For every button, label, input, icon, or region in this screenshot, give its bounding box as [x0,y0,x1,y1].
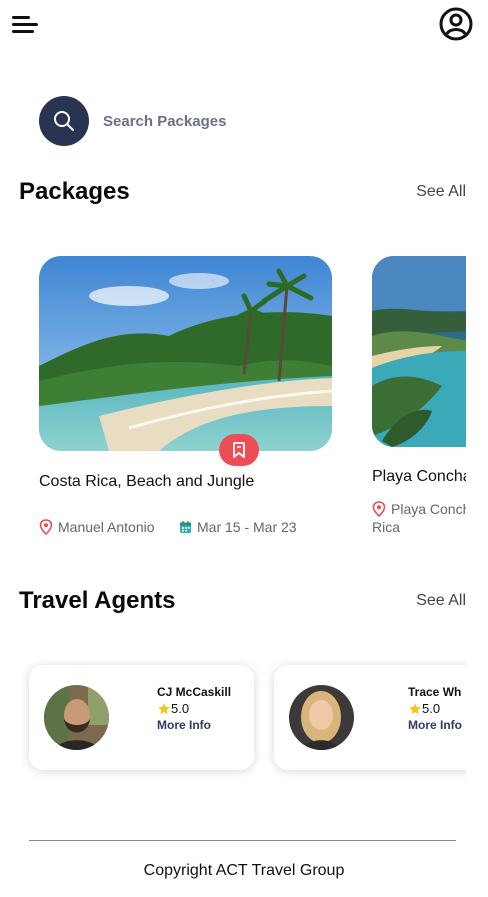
search-icon [39,96,89,146]
star-icon [158,702,170,714]
package-title: Playa Conchal [372,468,466,485]
location-pin-icon [372,501,386,517]
agent-more-info-link[interactable]: More Info [408,718,462,732]
package-dates-text: Mar 15 - Mar 23 [197,519,297,535]
package-title: Costa Rica, Beach and Jungle [39,473,255,490]
packages-carousel[interactable]: Costa Rica, Beach and Jungle Manuel Anto… [0,256,466,556]
bookmark-button[interactable] [219,434,259,466]
search-label: Search Packages [103,112,227,130]
package-card[interactable]: Playa Conchal Playa Conchal Rica [372,256,466,556]
star-icon [409,702,421,714]
package-location: Playa Conchal [372,501,466,517]
copyright-text: Copyright ACT Travel Group [143,862,345,879]
package-location: Manuel Antonio [39,519,155,535]
package-dates: Mar 15 - Mar 23 [179,519,297,535]
packages-see-all-link[interactable]: See All [416,183,466,201]
agents-carousel[interactable]: CJ McCaskill 5.0 More Info Trace Wh 5.0 … [0,660,466,780]
profile-icon[interactable] [439,7,473,41]
agent-rating: 5.0 [157,701,189,716]
search-packages-button[interactable]: Search Packages [39,96,339,146]
bookmark-icon [233,442,245,458]
avatar [44,685,109,750]
agent-rating: 5.0 [408,701,440,716]
top-bar [0,0,488,50]
menu-icon[interactable] [12,16,38,34]
agent-name: Trace Wh [408,685,462,699]
calendar-icon [179,520,192,534]
package-card[interactable]: Costa Rica, Beach and Jungle Manuel Anto… [39,256,333,556]
agent-rating-value: 5.0 [171,701,190,716]
agent-more-info-link[interactable]: More Info [157,718,211,732]
footer-divider [29,840,456,841]
location-pin-icon [39,519,53,535]
agent-rating-value: 5.0 [422,701,441,716]
package-location-text: Playa Conchal [391,501,466,517]
agent-card[interactable]: Trace Wh 5.0 More Info [274,665,466,770]
package-location-line2: Rica [372,519,401,535]
travel-agents-title: Travel Agents [19,587,176,614]
agent-name: CJ McCaskill [157,685,232,699]
package-location-text: Manuel Antonio [58,519,155,535]
agents-see-all-link[interactable]: See All [416,592,466,610]
package-image [372,256,466,447]
agent-card[interactable]: CJ McCaskill 5.0 More Info [29,665,254,770]
package-image [39,256,332,451]
packages-title: Packages [19,178,130,205]
avatar [289,685,354,750]
